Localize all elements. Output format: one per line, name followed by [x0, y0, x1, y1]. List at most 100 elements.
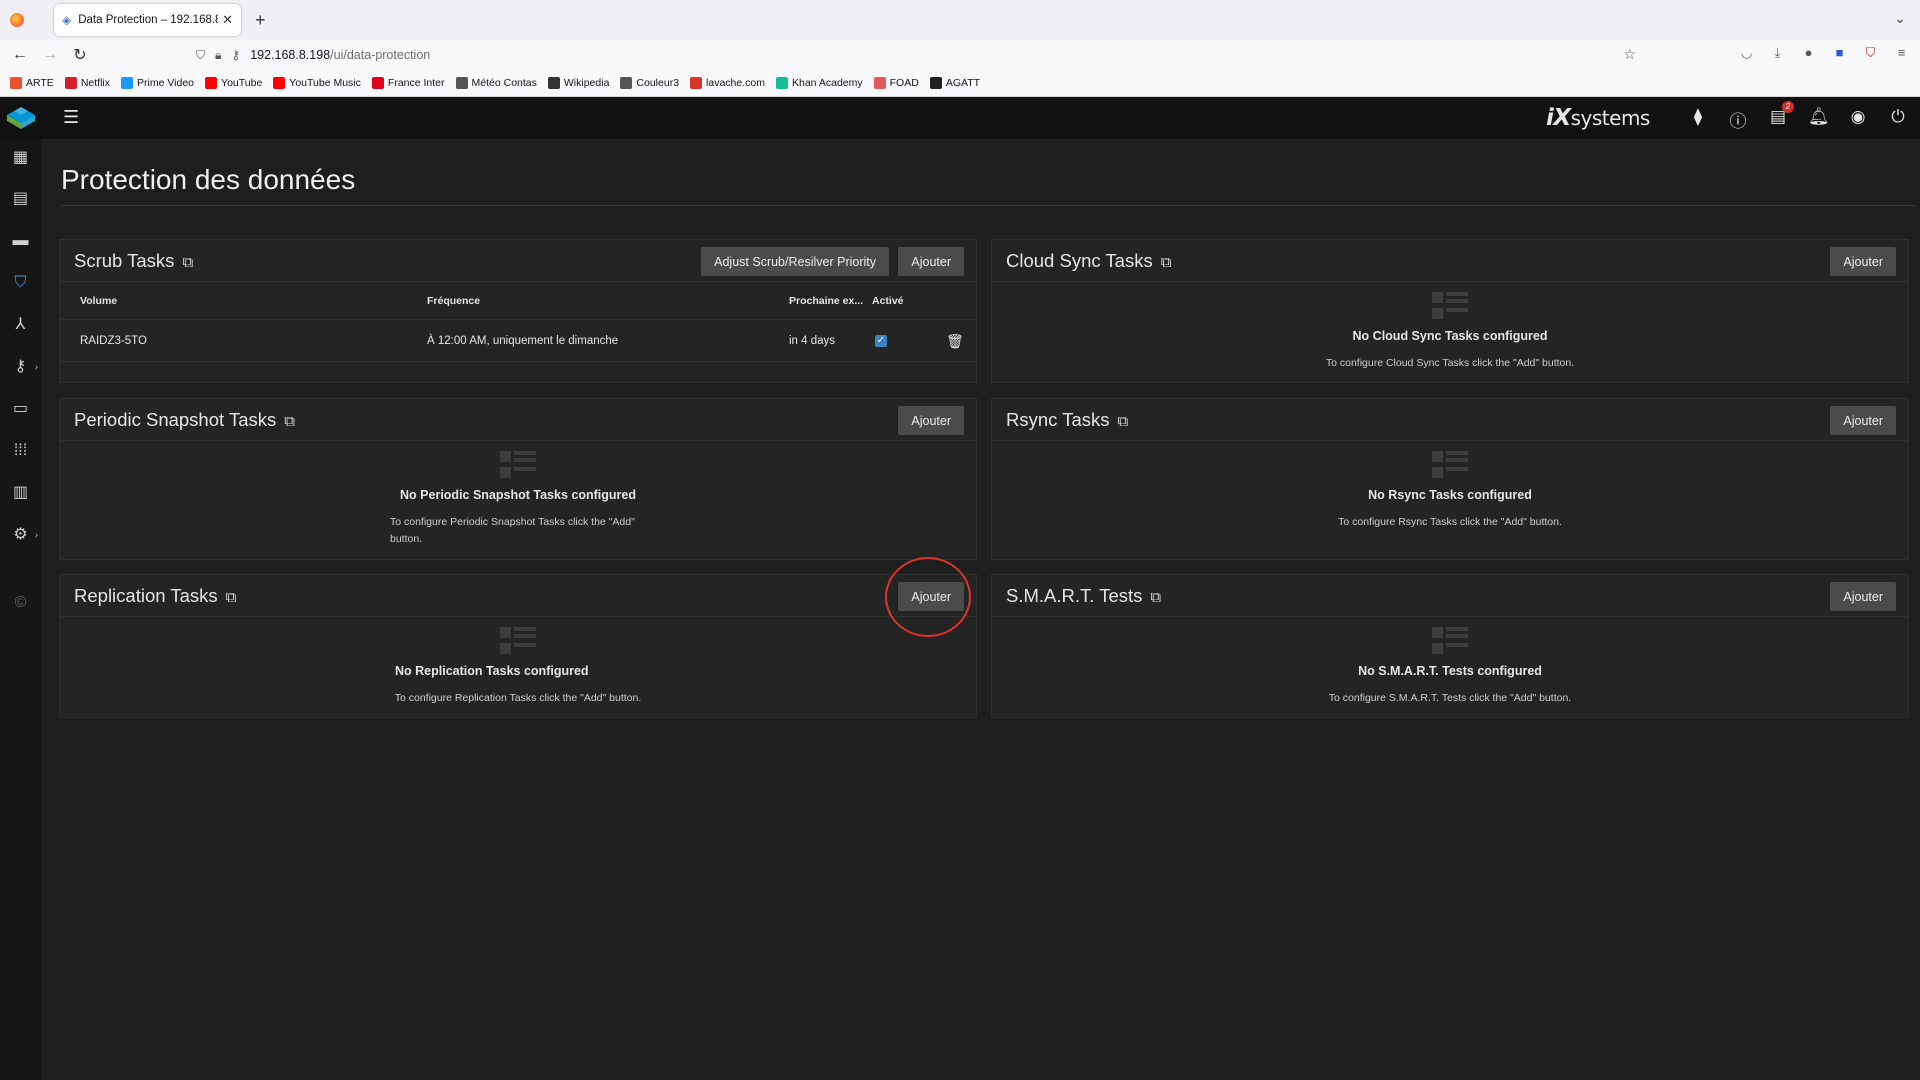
data-protection-shield-icon[interactable]: ⛉ [0, 268, 41, 298]
browser-navigation-bar: ← → ↻ ⛉ 🔒︎ ⚷ 192.168.8.198/ui/data-prote… [0, 40, 1920, 70]
row-frequency: À 12:00 AM, uniquement le dimanche [427, 335, 619, 347]
browser-tab-active[interactable]: ◈ Data Protection – 192.168.8.198 ✕ [54, 4, 241, 36]
empty-title: No S.M.A.R.T. Tests configured [1358, 664, 1542, 678]
apps-grid-icon[interactable]: ⁞⁞⁞ [0, 436, 41, 466]
bookmark-item[interactable]: YouTube Music [273, 77, 361, 89]
new-tab-icon[interactable]: + [255, 10, 266, 31]
add-rsync-task-button[interactable]: Ajouter [1830, 406, 1896, 435]
truenas-logo-icon[interactable] [3, 103, 39, 133]
empty-title: No Replication Tasks configured [395, 664, 589, 678]
forward-icon[interactable]: → [35, 46, 65, 64]
extension-q-icon[interactable]: ■ [1831, 45, 1848, 61]
rsync-header: Rsync Tasks ⧉ Ajouter [992, 399, 1908, 441]
table-row[interactable]: RAIDZ3-5TO À 12:00 AM, uniquement le dim… [60, 320, 976, 362]
shield-icon[interactable]: ⛉ [196, 48, 205, 63]
add-snapshot-task-button[interactable]: Ajouter [898, 406, 964, 435]
system-settings-gear-icon[interactable]: ⚙ › [0, 520, 41, 550]
bookmark-item[interactable]: lavache.com [690, 77, 765, 89]
datasets-folder-icon[interactable]: ▬ [0, 226, 41, 256]
ublock-icon[interactable]: ⛉ [1862, 45, 1879, 61]
add-cloud-sync-button[interactable]: Ajouter [1830, 247, 1896, 276]
bookmark-item[interactable]: Wikipedia [547, 77, 609, 89]
downloads-icon[interactable]: ⤓ [1769, 45, 1786, 61]
open-in-new-icon[interactable]: ⧉ [226, 589, 237, 606]
open-in-new-icon[interactable]: ⧉ [1150, 589, 1161, 606]
account-icon[interactable]: ◉ [1848, 107, 1868, 129]
bookmark-item[interactable]: Netflix [64, 77, 110, 89]
hamburger-menu-icon[interactable]: ☰ [63, 107, 79, 128]
copyright-icon[interactable]: © [0, 588, 41, 618]
side-navigation: ▦ ▤ ▬ ⛉ ⅄ ⚷ › ▭ ⁞⁞⁞ ▥ ⚙ › © [0, 139, 41, 1080]
bookmark-star-icon[interactable]: ☆ [1623, 46, 1636, 63]
close-tab-icon[interactable]: ✕ [222, 12, 233, 28]
column-header-volume[interactable]: Volume [80, 282, 117, 320]
bookmark-item[interactable]: Météo Contas [455, 77, 537, 89]
bookmark-favicon-icon [371, 77, 384, 89]
address-bar[interactable]: ⛉ 🔒︎ ⚷ 192.168.8.198/ui/data-protection … [196, 42, 1636, 68]
bookmark-item[interactable]: Couleur3 [620, 77, 679, 89]
add-replication-task-button[interactable]: Ajouter [898, 582, 964, 611]
storage-icon[interactable]: ▤ [0, 184, 41, 214]
bookmark-item[interactable]: YouTube [205, 77, 262, 89]
smart-title[interactable]: S.M.A.R.T. Tests ⧉ [1006, 585, 1161, 607]
dashboard-icon[interactable]: ▦ [0, 143, 41, 173]
scrub-table-header: Volume Fréquence Prochaine ex... Activé [60, 282, 976, 320]
power-icon[interactable]: ⏻ [1888, 107, 1908, 129]
reporting-chart-icon[interactable]: ▥ [0, 478, 41, 508]
open-in-new-icon[interactable]: ⧉ [182, 254, 193, 271]
column-header-next-run[interactable]: Prochaine ex... [789, 282, 863, 320]
column-header-frequency[interactable]: Fréquence [427, 282, 480, 320]
notifications-bell-icon[interactable]: 🔔︎ [1808, 107, 1830, 129]
cloud-sync-header: Cloud Sync Tasks ⧉ Ajouter [992, 240, 1908, 282]
main-content: Protection des données Scrub Tasks ⧉ Adju… [41, 139, 1920, 1080]
url-host: 192.168.8.198 [250, 48, 331, 62]
delete-trash-icon[interactable]: 🗑︎ [946, 320, 964, 362]
cloud-sync-title[interactable]: Cloud Sync Tasks ⧉ [1006, 250, 1171, 272]
reload-icon[interactable]: ↻ [65, 45, 95, 65]
credentials-key-icon[interactable]: ⚷ › [0, 352, 41, 382]
lock-icon[interactable]: 🔒︎ [215, 48, 221, 63]
bookmark-label: Couleur3 [636, 77, 680, 89]
adjust-scrub-priority-button[interactable]: Adjust Scrub/Resilver Priority [701, 247, 889, 276]
bookmark-label: Prime Video [137, 77, 195, 89]
menu-icon[interactable]: ≡ [1893, 45, 1910, 61]
replication-header: Replication Tasks ⧉ Ajouter [60, 575, 976, 617]
bookmark-item[interactable]: France Inter [371, 77, 445, 89]
back-icon[interactable]: ← [5, 46, 35, 64]
bookmark-item[interactable]: Khan Academy [776, 77, 863, 89]
open-in-new-icon[interactable]: ⧉ [1161, 254, 1172, 271]
enabled-checkbox[interactable]: ✓ [875, 320, 887, 362]
list-all-tabs-icon[interactable]: ⌄ [1894, 10, 1906, 27]
bookmark-item[interactable]: Prime Video [121, 77, 194, 89]
replication-title[interactable]: Replication Tasks ⧉ [74, 585, 236, 607]
ixsystems-brand[interactable]: iXsystems [1546, 105, 1650, 131]
rsync-tasks-card: Rsync Tasks ⧉ Ajouter No Rsync Tasks conf… [991, 398, 1909, 560]
bookmark-label: Météo Contas [471, 77, 537, 89]
open-in-new-icon[interactable]: ⧉ [284, 413, 295, 430]
add-scrub-task-button[interactable]: Ajouter [898, 247, 964, 276]
empty-title: No Periodic Snapshot Tasks configured [400, 488, 636, 502]
column-header-enabled[interactable]: Activé [872, 282, 904, 320]
task-manager-icon[interactable]: ▤ 2 [1768, 101, 1794, 129]
bookmark-favicon-icon [455, 77, 468, 89]
scrub-tasks-title[interactable]: Scrub Tasks ⧉ [74, 250, 193, 272]
rsync-title[interactable]: Rsync Tasks ⧉ [1006, 409, 1128, 431]
virtualization-laptop-icon[interactable]: ▭ [0, 394, 41, 424]
extension-c-icon[interactable]: ● [1800, 45, 1817, 61]
browser-toolbar-icons: ◡ ⤓ ● ■ ⛉ ≡ [1738, 45, 1910, 61]
add-smart-test-button[interactable]: Ajouter [1830, 582, 1896, 611]
pocket-icon[interactable]: ◡ [1738, 45, 1755, 61]
info-icon[interactable]: ⓘ [1728, 107, 1748, 131]
truecommand-icon[interactable]: ⧫ [1688, 107, 1708, 129]
bookmarks-toolbar: ARTE Netflix Prime Video YouTube YouTube Mus… [0, 70, 1920, 97]
row-volume: RAIDZ3-5TO [80, 335, 147, 347]
bookmark-item[interactable]: FOAD [873, 77, 919, 89]
network-icon[interactable]: ⅄ [0, 310, 41, 340]
bookmark-item[interactable]: AGATT [929, 77, 980, 89]
bookmark-item[interactable]: ARTE [10, 77, 54, 89]
snapshot-title[interactable]: Periodic Snapshot Tasks ⧉ [74, 409, 295, 431]
open-in-new-icon[interactable]: ⧉ [1118, 413, 1129, 430]
firefox-icon[interactable] [10, 13, 24, 27]
key-permission-icon[interactable]: ⚷ [231, 48, 240, 62]
replication-empty-state: No Replication Tasks configured To confi… [60, 627, 976, 707]
